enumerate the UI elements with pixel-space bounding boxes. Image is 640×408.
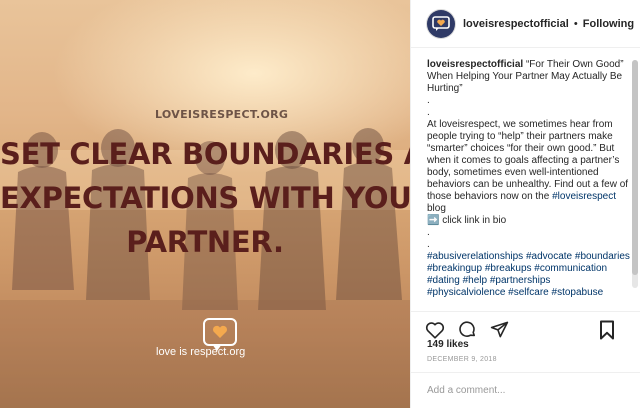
caption-dot: . [427,95,430,106]
caption-dot: . [427,227,430,238]
post-side-panel: loveisrespectofficial • Following loveis… [410,0,640,408]
comment-icon[interactable] [457,320,477,340]
caption-body: At loveisrespect, we sometimes hear from… [427,119,629,202]
caption-scrollbar[interactable] [632,60,638,288]
caption-hashtag-link[interactable]: #loveisrespect [552,191,616,202]
image-headline: SET CLEAR BOUNDARIES AND EXPECTATIONS WI… [0,132,410,264]
caption-dot: . [427,239,430,250]
caption-scroll-area[interactable]: loveisrespectofficial “For Their Own Goo… [411,49,640,311]
caption-link-text: click link in bio [442,215,507,226]
brand-logo-heart-icon [203,318,237,351]
site-watermark: LOVEISRESPECT.ORG [155,108,289,121]
comment-bar [411,372,640,408]
avatar-heart-icon [432,15,450,31]
post-header: loveisrespectofficial • Following [411,0,640,48]
share-icon[interactable] [489,320,509,340]
bookmark-icon[interactable] [597,320,617,340]
post-image[interactable]: LOVEISRESPECT.ORG SET CLEAR BOUNDARIES A… [0,0,410,408]
comment-input[interactable] [427,385,607,396]
caption-text: loveisrespectofficial “For Their Own Goo… [427,59,631,299]
caption-hashtags[interactable]: #abusiverelationships #advocate #boundar… [427,251,630,298]
scrollbar-thumb[interactable] [632,60,638,275]
headline-line-1: SET CLEAR BOUNDARIES AND [0,137,410,171]
headline-line-2: EXPECTATIONS WITH YOUR [0,181,410,215]
brand-text: love is respect.org [156,346,246,358]
heart-icon[interactable] [425,320,445,340]
header-username-link[interactable]: loveisrespectofficial [463,18,569,30]
following-button[interactable]: Following [583,18,634,30]
likes-count[interactable]: 149 likes [427,339,469,350]
caption-username-link[interactable]: loveisrespectofficial [427,59,523,70]
avatar[interactable] [427,9,455,38]
post-date: DECEMBER 9, 2018 [427,356,497,363]
headline-line-3: PARTNER. [126,225,284,259]
caption-body-end: blog [427,203,446,214]
header-separator: • [573,17,578,30]
caption-dot: . [427,107,430,118]
arrow-right-icon: ➡️ [427,215,440,226]
